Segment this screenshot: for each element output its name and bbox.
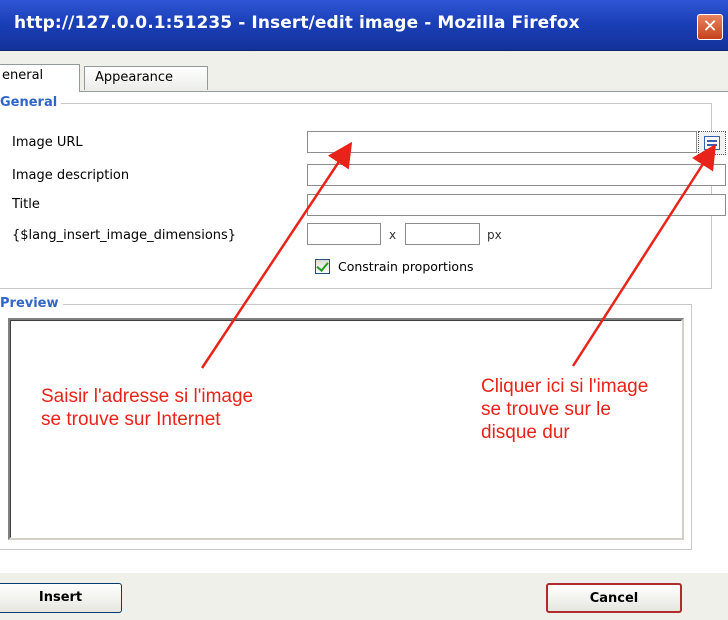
annotation-arrows: [200, 141, 717, 369]
annotation-internet: Saisir l'adresse si l'image se trouve su…: [41, 386, 254, 430]
arrow-to-browse-button: [571, 143, 717, 367]
annotation-disk: Cliquer ici si l'image se trouve sur le …: [481, 376, 649, 443]
arrow-to-url-field: [200, 141, 353, 369]
cancel-button[interactable]: Cancel: [546, 583, 682, 613]
insert-button[interactable]: Insert: [0, 583, 122, 613]
